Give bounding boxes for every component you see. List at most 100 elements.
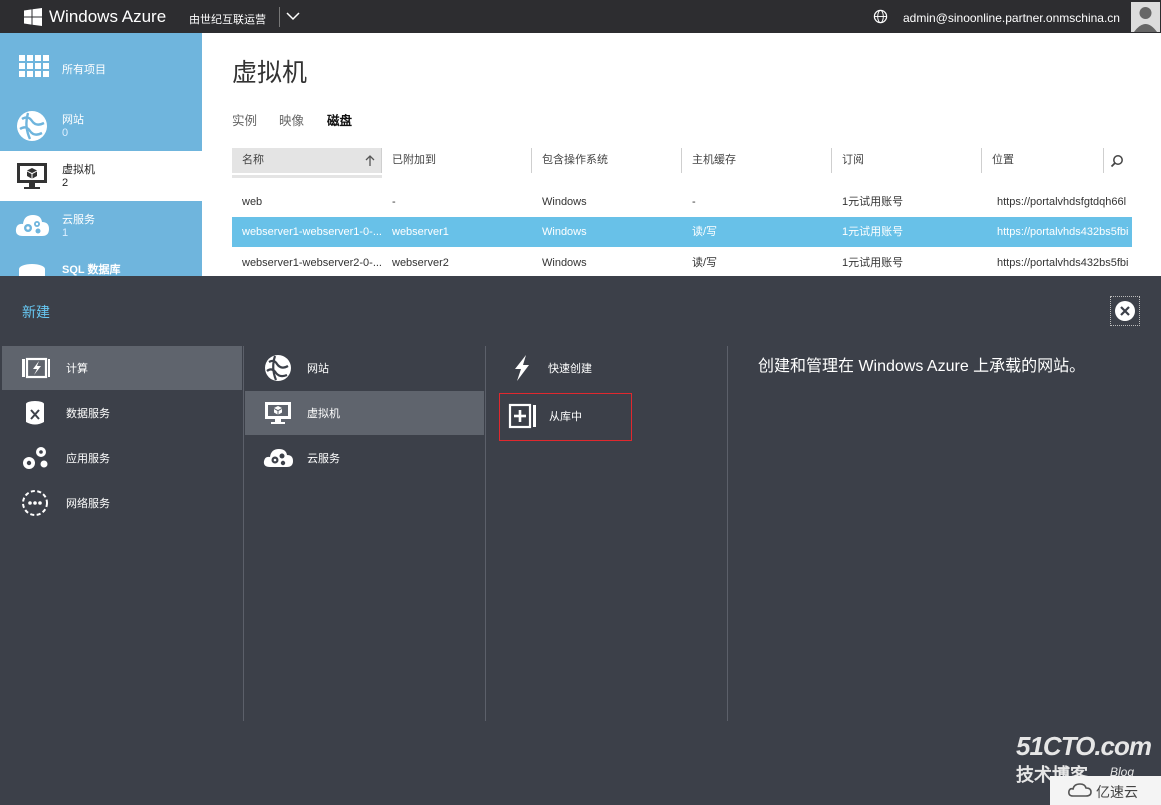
sidebar-item-label: 所有项目 — [62, 64, 106, 76]
globe-icon[interactable] — [873, 9, 888, 24]
cell-attached-to: webserver1 — [392, 226, 449, 238]
app-services-icon — [23, 447, 48, 469]
cell-host-cache: 读/写 — [692, 257, 718, 269]
cell-subscription: 1元试用账号 — [842, 257, 904, 269]
column-header-os[interactable]: 包含操作系统 — [532, 148, 682, 173]
column-divider — [243, 346, 244, 721]
sort-ascending-icon — [365, 155, 375, 166]
brand-name[interactable]: Windows Azure — [49, 7, 166, 27]
close-button[interactable] — [1110, 296, 1140, 326]
cell-attached-to: - — [392, 196, 396, 208]
user-account[interactable]: admin@sinoonline.partner.onmschina.cn — [903, 11, 1120, 25]
data-services-icon — [26, 401, 44, 425]
divider — [279, 7, 280, 27]
column-header-label: 名称 — [242, 154, 264, 166]
cell-location: https://portalvhds432bs5fbi — [997, 226, 1129, 238]
menu-item-label: 网站 — [307, 363, 329, 375]
menu-item-label: 网络服务 — [66, 498, 110, 510]
cell-os: Windows — [542, 196, 587, 208]
menu-item-app-services[interactable]: 应用服务 — [2, 436, 242, 480]
menu-item-compute[interactable]: 计算 — [2, 346, 242, 390]
page-title: 虚拟机 — [232, 59, 308, 87]
sidebar-item-count: 1 — [62, 227, 69, 239]
cell-name: webserver1-webserver1-0-... — [242, 226, 382, 238]
column-header-location[interactable]: 位置 — [982, 148, 1104, 173]
menu-item-network-services[interactable]: 网络服务 — [2, 481, 242, 525]
menu-item-cloud-service[interactable]: 云服务 — [245, 436, 484, 480]
menu-item-label: 数据服务 — [66, 408, 110, 420]
cell-name: web — [242, 196, 263, 208]
sidebar-item-label: 虚拟机 — [62, 164, 95, 176]
watermark-yisuyun: 亿速云 — [1050, 776, 1161, 805]
column-header-host-cache[interactable]: 主机缓存 — [682, 148, 832, 173]
cell-os: Windows — [542, 257, 587, 269]
compute-icon — [22, 357, 50, 379]
windows-logo-icon — [24, 8, 42, 26]
main-content: 虚拟机 实例 映像 磁盘 名称 已附加到 包含操作系统 主机缓存 订阅 位置 w… — [202, 33, 1161, 276]
website-globe-icon — [17, 111, 47, 141]
menu-item-from-gallery[interactable]: 从库中 — [499, 393, 632, 441]
menu-item-data-services[interactable]: 数据服务 — [2, 391, 242, 435]
user-avatar-icon — [1131, 2, 1160, 32]
cell-subscription: 1元试用账号 — [842, 226, 904, 238]
cell-attached-to: webserver2 — [392, 257, 449, 269]
cell-host-cache: 读/写 — [692, 226, 718, 238]
tab-instances[interactable]: 实例 — [232, 110, 257, 129]
network-services-icon — [22, 490, 48, 516]
watermark-brand: 51CTO.com — [1016, 731, 1152, 761]
sidebar-item-all-items[interactable]: 所有项目 — [0, 43, 202, 93]
sidebar-item-label: 云服务 — [62, 214, 95, 226]
sidebar-item-cloud-services[interactable]: 云服务 1 — [0, 201, 202, 251]
watermark-cloud-text: 亿速云 — [1096, 784, 1138, 800]
table-row-selected[interactable]: webserver1-webserver1-0-... webserver1 W… — [232, 217, 1132, 247]
website-globe-icon — [265, 355, 291, 381]
column-header-name[interactable]: 名称 — [232, 148, 382, 173]
cell-os: Windows — [542, 226, 587, 238]
lightning-icon — [515, 355, 529, 381]
grid-icon — [19, 55, 49, 77]
column-divider — [727, 346, 728, 721]
column-header-label: 位置 — [992, 154, 1014, 166]
cell-host-cache: - — [692, 196, 696, 208]
cell-name: webserver1-webserver2-0-... — [242, 257, 382, 269]
virtual-machine-icon — [265, 402, 291, 424]
menu-item-label: 虚拟机 — [307, 408, 340, 420]
table-row[interactable]: web - Windows - 1元试用账号 https://portalvhd… — [232, 187, 1132, 217]
table-row[interactable]: webserver1-webserver2-0-... webserver2 W… — [232, 248, 1132, 276]
drawer-title: 新建 — [22, 304, 50, 320]
cloud-logo-icon — [1068, 783, 1092, 797]
database-icon — [19, 264, 45, 276]
sidebar-item-sql-database[interactable]: SQL 数据库 — [0, 251, 202, 276]
tab-disks[interactable]: 磁盘 — [327, 110, 352, 129]
sidebar-item-count: 0 — [62, 127, 69, 139]
chevron-down-icon[interactable] — [286, 9, 300, 23]
menu-item-label: 从库中 — [549, 411, 582, 423]
column-header-label: 订阅 — [842, 154, 864, 166]
avatar[interactable] — [1131, 2, 1160, 32]
cell-location: https://portalvhds432bs5fbi — [997, 257, 1129, 269]
sidebar: 所有项目 网站 0 虚拟机 2 云服务 1 SQL 数据库 — [0, 33, 202, 276]
sidebar-item-virtual-machines[interactable]: 虚拟机 2 — [0, 151, 202, 201]
column-header-label: 已附加到 — [392, 154, 436, 166]
cloud-service-icon — [263, 449, 293, 467]
new-drawer: 新建 计算 数据服务 应用服务 网络服务 网站 虚拟机 云服务 快速创建 从库中… — [0, 276, 1161, 805]
menu-item-label: 计算 — [66, 363, 88, 375]
item-description: 创建和管理在 Windows Azure 上承载的网站。 — [758, 358, 1086, 375]
sidebar-item-websites[interactable]: 网站 0 — [0, 101, 202, 151]
sidebar-item-label: 网站 — [62, 114, 84, 126]
plus-box-icon — [508, 403, 536, 429]
cloud-service-icon — [15, 215, 49, 236]
menu-item-label: 快速创建 — [548, 363, 592, 375]
top-bar: Windows Azure 由世纪互联运营 admin@sinoonline.p… — [0, 0, 1161, 33]
column-header-subscription[interactable]: 订阅 — [832, 148, 982, 173]
sort-indicator-bar — [232, 175, 382, 178]
menu-item-label: 应用服务 — [66, 453, 110, 465]
column-header-label: 主机缓存 — [692, 154, 736, 166]
column-header-attached-to[interactable]: 已附加到 — [382, 148, 532, 173]
search-icon[interactable] — [1110, 154, 1124, 168]
menu-item-quick-create[interactable]: 快速创建 — [487, 346, 726, 390]
menu-item-virtual-machine[interactable]: 虚拟机 — [245, 391, 484, 435]
tab-images[interactable]: 映像 — [279, 110, 304, 129]
menu-item-website[interactable]: 网站 — [245, 346, 484, 390]
cell-location: https://portalvhdsfgtdqh66l — [997, 196, 1127, 208]
